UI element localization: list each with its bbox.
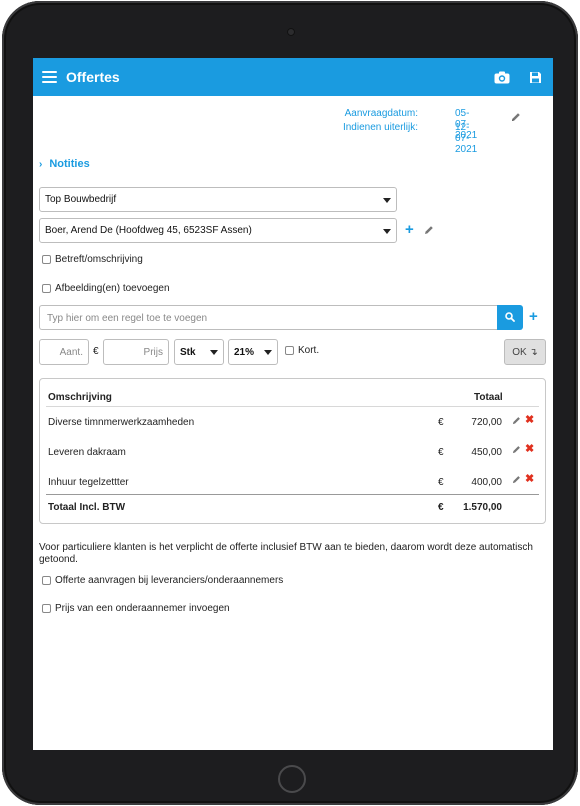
edit-dates-pencil-icon[interactable] <box>511 112 521 122</box>
save-icon[interactable] <box>529 71 542 84</box>
vat-select-value: 21% <box>234 347 255 358</box>
quantity-input[interactable]: Aant. <box>39 339 89 365</box>
delete-row-close-icon[interactable]: ✖ <box>525 444 534 455</box>
vat-select[interactable]: 21% <box>228 339 278 365</box>
suppliers-checkbox[interactable] <box>42 576 51 585</box>
search-button[interactable] <box>497 305 523 330</box>
subject-checkbox[interactable] <box>42 255 51 264</box>
notes-toggle[interactable]: › Notities <box>39 158 90 170</box>
deadline-value: 12-07-2021 <box>455 122 478 155</box>
app-bar: Offertes <box>33 58 553 96</box>
suppliers-checkbox-row[interactable]: Offerte aanvragen bij leveranciers/onder… <box>42 575 283 586</box>
deadline-label: Indienen uiterlijk: <box>342 122 418 133</box>
hamburger-menu-icon[interactable] <box>42 71 57 83</box>
currency-symbol: € <box>93 346 99 357</box>
contact-select-value: Boer, Arend De (Hoofdweg 45, 6523SF Asse… <box>45 225 252 236</box>
column-header-total: Totaal <box>474 392 503 403</box>
column-header-description: Omschrijving <box>48 392 112 403</box>
chevron-down-icon <box>383 229 391 234</box>
edit-contact-pencil-icon[interactable] <box>424 225 434 235</box>
total-amount: 1.570,00 <box>463 502 502 513</box>
discount-checkbox[interactable] <box>285 346 294 355</box>
edit-row-pencil-icon[interactable] <box>512 445 521 454</box>
tablet-frame: Offertes Aanvraagdatum: 05-07-2021 Indie… <box>2 1 578 805</box>
price-input[interactable]: Prijs <box>103 339 169 365</box>
chevron-down-icon <box>383 198 391 203</box>
suppliers-checkbox-label: Offerte aanvragen bij leveranciers/onder… <box>55 575 284 586</box>
delete-row-close-icon[interactable]: ✖ <box>525 415 534 426</box>
row-amount: 400,00 <box>471 477 502 488</box>
ok-button[interactable]: OK ↴ <box>504 339 546 365</box>
discount-label: Kort. <box>298 345 320 356</box>
subcontractor-price-checkbox-label: Prijs van een onderaannemer invoegen <box>55 603 230 614</box>
images-checkbox-row[interactable]: Afbeelding(en) toevoegen <box>42 283 170 294</box>
total-divider <box>46 494 539 495</box>
row-description: Diverse timnmerwerkzaamheden <box>48 417 195 428</box>
company-select[interactable]: Top Bouwbedrijf <box>39 187 397 212</box>
chevron-down-icon <box>264 350 272 355</box>
images-checkbox-label: Afbeelding(en) toevoegen <box>55 283 170 294</box>
row-amount: 720,00 <box>471 417 502 428</box>
row-amount: 450,00 <box>471 447 502 458</box>
request-date-label: Aanvraagdatum: <box>344 108 418 119</box>
new-line-input[interactable]: Typ hier om een regel toe te voegen <box>39 305 497 330</box>
chevron-right-icon: › <box>39 159 43 170</box>
front-camera <box>287 28 295 36</box>
row-description: Leveren dakraam <box>48 447 126 458</box>
total-label: Totaal Incl. BTW <box>48 502 126 513</box>
edit-row-pencil-icon[interactable] <box>512 416 521 425</box>
images-checkbox[interactable] <box>42 284 51 293</box>
subject-checkbox-label: Betreft/omschrijving <box>55 254 143 265</box>
unit-select[interactable]: Stk <box>174 339 224 365</box>
delete-row-close-icon[interactable]: ✖ <box>525 474 534 485</box>
notes-label: Notities <box>49 158 90 170</box>
page-title: Offertes <box>66 69 120 85</box>
unit-select-value: Stk <box>180 347 196 358</box>
chevron-down-icon <box>210 350 218 355</box>
contact-select[interactable]: Boer, Arend De (Hoofdweg 45, 6523SF Asse… <box>39 218 397 243</box>
subcontractor-price-checkbox[interactable] <box>42 604 51 613</box>
camera-icon[interactable] <box>494 71 510 84</box>
edit-row-pencil-icon[interactable] <box>512 475 521 484</box>
vat-info-text: Voor particuliere klanten is het verplic… <box>39 542 533 565</box>
search-icon <box>505 312 515 322</box>
row-description: Inhuur tegelzettter <box>48 477 129 488</box>
company-select-value: Top Bouwbedrijf <box>45 194 117 205</box>
quote-lines-table: Omschrijving Totaal Diverse timnmerwerkz… <box>39 378 546 524</box>
header-divider <box>46 406 539 407</box>
subject-checkbox-row[interactable]: Betreft/omschrijving <box>42 254 143 265</box>
add-contact-plus-icon[interactable]: + <box>405 222 414 237</box>
add-line-plus-icon[interactable]: + <box>529 309 538 324</box>
app-screen: Offertes Aanvraagdatum: 05-07-2021 Indie… <box>33 58 553 750</box>
subcontractor-price-checkbox-row[interactable]: Prijs van een onderaannemer invoegen <box>42 603 230 614</box>
discount-checkbox-row[interactable]: Kort. <box>285 345 319 356</box>
home-button[interactable] <box>278 765 306 793</box>
